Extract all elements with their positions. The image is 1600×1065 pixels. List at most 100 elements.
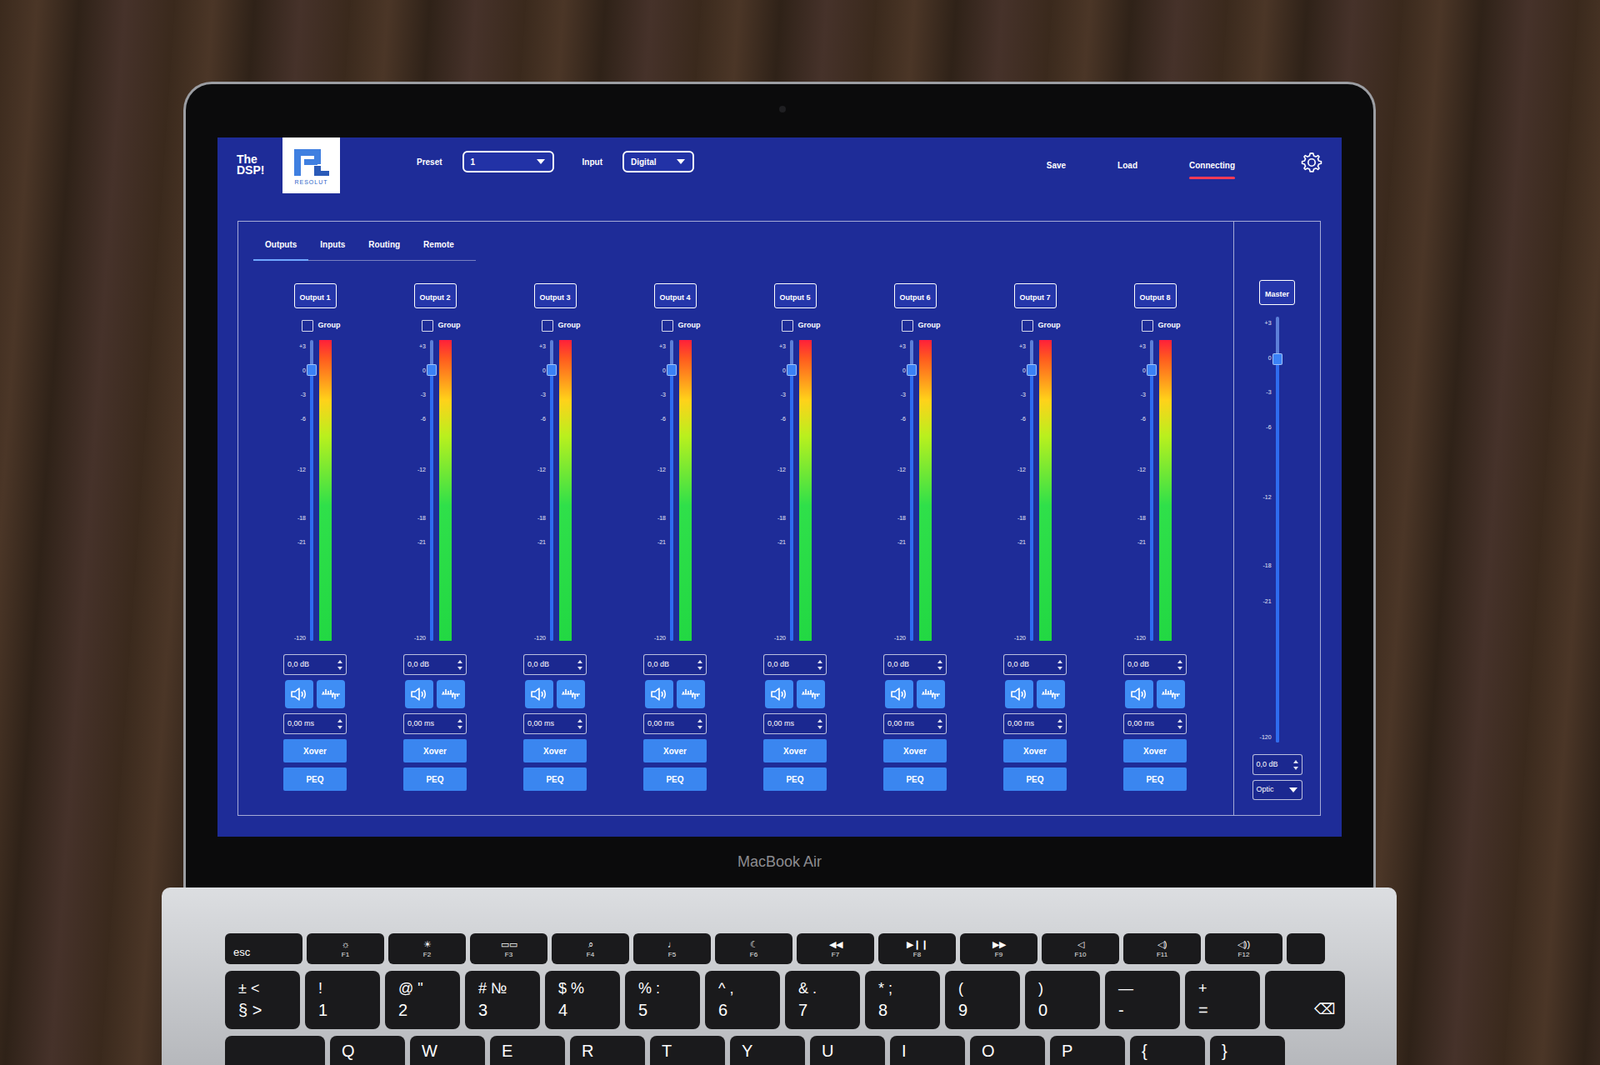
letter-key[interactable]: { [1130, 1035, 1205, 1065]
gear-icon[interactable] [1300, 150, 1324, 175]
tab-key[interactable] [225, 1035, 325, 1065]
header-action[interactable]: Save [1046, 159, 1066, 180]
fader-handle[interactable] [426, 364, 437, 376]
number-key[interactable]: * ;8 [865, 970, 940, 1030]
xover-button[interactable]: Xover [1003, 739, 1067, 763]
phase-button[interactable] [916, 680, 945, 709]
esc-key[interactable]: esc [225, 933, 303, 965]
gain-field[interactable]: 0,0 dB [1003, 654, 1067, 675]
fader-track[interactable] [790, 340, 794, 641]
delay-field[interactable]: 0,00 ms [283, 713, 347, 735]
number-key[interactable]: % :5 [625, 970, 700, 1030]
fader-track[interactable] [1275, 316, 1280, 743]
number-key[interactable]: $ %4 [545, 970, 620, 1030]
fader-handle[interactable] [306, 364, 317, 376]
mute-button[interactable] [885, 680, 914, 709]
tab[interactable]: Outputs [253, 231, 309, 261]
group-checkbox[interactable] [1141, 320, 1154, 332]
group-toggle[interactable]: Group [781, 320, 821, 332]
source-dropdown[interactable]: Optic [1252, 780, 1303, 800]
fader-handle[interactable] [906, 364, 917, 376]
function-key[interactable]: ◀◀F7 [796, 933, 875, 965]
channel-name-button[interactable]: Output 6 [894, 283, 937, 309]
preset-dropdown[interactable]: 1 [462, 150, 555, 173]
xover-button[interactable]: Xover [523, 739, 587, 763]
function-key[interactable]: ▭▭F3 [470, 933, 548, 965]
input-dropdown[interactable]: Digital [622, 150, 695, 173]
function-key[interactable]: ▶❙❙F8 [878, 933, 956, 965]
mute-button[interactable] [285, 680, 314, 709]
channel-name-button[interactable]: Output 7 [1014, 283, 1057, 309]
letter-key[interactable]: O [970, 1035, 1045, 1065]
fader-track[interactable] [310, 340, 314, 641]
channel-name-button[interactable]: Output 5 [774, 283, 817, 309]
peq-button[interactable]: PEQ [523, 767, 587, 791]
xover-button[interactable]: Xover [643, 739, 707, 763]
xover-button[interactable]: Xover [763, 739, 827, 763]
phase-button[interactable] [436, 680, 465, 709]
group-checkbox[interactable] [301, 320, 314, 332]
mute-button[interactable] [1005, 680, 1034, 709]
channel-name-button[interactable]: Output 1 [294, 283, 337, 309]
mute-button[interactable] [1125, 680, 1154, 709]
function-key[interactable]: ☀F2 [388, 933, 466, 965]
xover-button[interactable]: Xover [403, 739, 467, 763]
gain-field[interactable]: 0,0 dB [643, 654, 707, 675]
letter-key[interactable]: Q [330, 1035, 405, 1065]
delay-field[interactable]: 0,00 ms [1123, 713, 1187, 735]
letter-key[interactable]: R [570, 1035, 645, 1065]
group-checkbox[interactable] [421, 320, 434, 332]
letter-key[interactable]: W [410, 1035, 485, 1065]
channel-name-button[interactable]: Output 4 [654, 283, 697, 309]
xover-button[interactable]: Xover [1123, 739, 1187, 763]
channel-name-button[interactable]: Output 3 [534, 283, 577, 309]
mute-button[interactable] [645, 680, 674, 709]
gain-field[interactable]: 0,0 dB [283, 654, 347, 675]
fader-track[interactable] [1030, 340, 1034, 641]
gain-field[interactable]: 0,0 dB [523, 654, 587, 675]
tab[interactable]: Routing [356, 231, 412, 261]
phase-button[interactable] [796, 680, 825, 709]
function-key[interactable]: ▶▶F9 [960, 933, 1038, 965]
xover-button[interactable]: Xover [883, 739, 947, 763]
function-key[interactable]: ◁)F11 [1123, 933, 1201, 965]
mute-button[interactable] [765, 680, 794, 709]
number-key[interactable]: (9 [945, 970, 1020, 1030]
fader-track[interactable] [550, 340, 554, 641]
group-toggle[interactable]: Group [901, 320, 941, 332]
header-action[interactable]: Load [1117, 159, 1138, 180]
phase-button[interactable] [1036, 680, 1065, 709]
touch-id-key[interactable] [1286, 933, 1325, 965]
tab[interactable]: Inputs [308, 231, 357, 261]
peq-button[interactable]: PEQ [403, 767, 467, 791]
number-key[interactable]: += [1185, 970, 1260, 1030]
header-action[interactable]: Connecting [1189, 159, 1235, 180]
function-key[interactable]: ♩F5 [633, 933, 711, 965]
peq-button[interactable]: PEQ [763, 767, 827, 791]
number-key[interactable]: !1 [305, 970, 380, 1030]
number-key[interactable]: )0 [1025, 970, 1100, 1030]
function-key[interactable]: ☾F6 [715, 933, 793, 965]
group-checkbox[interactable] [1021, 320, 1034, 332]
master-gain-field[interactable]: 0,0 dB [1252, 754, 1303, 775]
group-toggle[interactable]: Group [541, 320, 581, 332]
gain-field[interactable]: 0,0 dB [1123, 654, 1187, 675]
letter-key[interactable]: P [1050, 1035, 1125, 1065]
letter-key[interactable]: Y [730, 1035, 805, 1065]
fader-handle[interactable] [666, 364, 677, 376]
channel-name-button[interactable]: Output 2 [414, 283, 457, 309]
delete-key[interactable]: ⌫ [1265, 970, 1345, 1030]
letter-key[interactable]: U [810, 1035, 885, 1065]
fader-track[interactable] [430, 340, 434, 641]
mute-button[interactable] [525, 680, 554, 709]
phase-button[interactable] [1156, 680, 1185, 709]
number-key[interactable]: @ "2 [385, 970, 460, 1030]
peq-button[interactable]: PEQ [883, 767, 947, 791]
channel-name-button[interactable]: Output 8 [1134, 283, 1177, 309]
fader-handle[interactable] [786, 364, 797, 376]
delay-field[interactable]: 0,00 ms [883, 713, 947, 735]
number-key[interactable]: & .7 [785, 970, 860, 1030]
delay-field[interactable]: 0,00 ms [403, 713, 467, 735]
group-toggle[interactable]: Group [301, 320, 341, 332]
number-key[interactable]: # №3 [465, 970, 540, 1030]
